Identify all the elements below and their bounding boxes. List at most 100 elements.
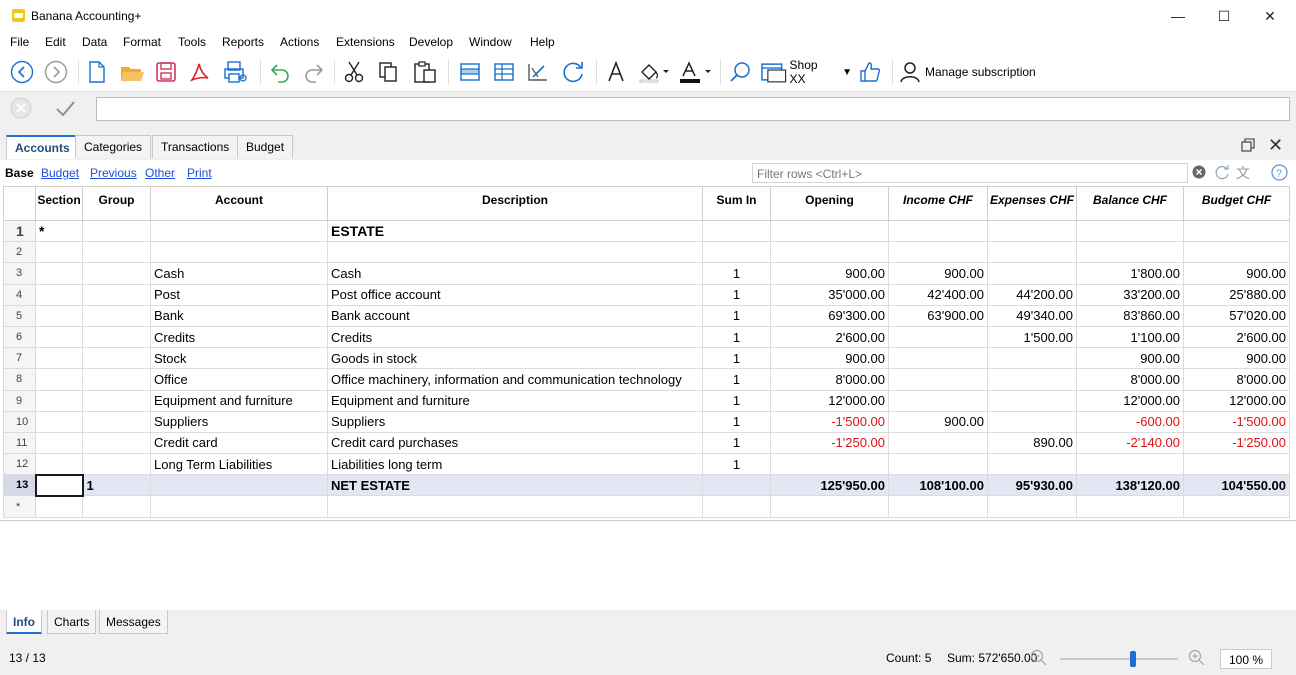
tab-info[interactable]: Info [6, 610, 42, 634]
cell-balance[interactable] [1076, 453, 1184, 476]
cell-group[interactable]: 1 [82, 474, 151, 497]
cut-icon[interactable] [340, 58, 368, 86]
redo-icon[interactable] [300, 58, 328, 86]
menu-reports[interactable]: Reports [222, 35, 264, 49]
cell-expenses[interactable] [987, 347, 1077, 370]
cell-section[interactable] [35, 389, 83, 412]
menu-develop[interactable]: Develop [409, 35, 453, 49]
table-row[interactable]: 2 [3, 241, 1290, 264]
cell-description[interactable]: Cash [327, 262, 703, 285]
cell-section[interactable] [35, 453, 83, 476]
cell-budget[interactable]: 8'000.00 [1183, 368, 1290, 391]
cell-budget[interactable]: 57'020.00 [1183, 304, 1290, 327]
cell-balance[interactable] [1076, 241, 1184, 264]
row-number[interactable]: 10 [3, 410, 36, 433]
refresh-filter-icon[interactable] [1214, 164, 1230, 183]
cell-sumin[interactable]: 1 [702, 389, 771, 412]
cell-description[interactable]: Credit card purchases [327, 431, 703, 455]
cell-section[interactable] [35, 368, 83, 391]
cell-description[interactable]: ESTATE [327, 219, 703, 243]
cell-balance[interactable]: 8'000.00 [1076, 368, 1184, 391]
col-header-budget[interactable]: Budget CHF [1183, 186, 1290, 221]
zoom-slider-thumb[interactable] [1130, 651, 1136, 667]
thumbs-up-icon[interactable] [856, 58, 884, 86]
cell-balance[interactable]: -600.00 [1076, 410, 1184, 433]
view-print[interactable]: Print [187, 166, 212, 180]
cell-section[interactable] [35, 431, 83, 455]
table-row[interactable]: 8 Office Office machinery, information and… [3, 368, 1290, 391]
cell-description[interactable]: Goods in stock [327, 347, 703, 370]
cell-description[interactable]: Liabilities long term [327, 453, 703, 476]
cell-opening[interactable]: 125'950.00 [770, 474, 889, 497]
table-row[interactable]: 12 Long Term Liabilities Liabilities long … [3, 453, 1290, 476]
cell-budget[interactable]: -1'500.00 [1183, 410, 1290, 433]
cell-section[interactable] [34, 473, 84, 497]
cell-account[interactable]: Suppliers [150, 410, 328, 433]
view-other[interactable]: Other [145, 166, 175, 180]
cell-description[interactable]: NET ESTATE [327, 474, 703, 497]
cell-sumin[interactable]: 1 [702, 283, 771, 306]
help-icon[interactable]: ? [1271, 164, 1288, 184]
col-header-account[interactable]: Account [150, 186, 328, 221]
filter-rows-input[interactable]: Filter rows <Ctrl+L> [752, 163, 1188, 183]
cell-balance[interactable]: 83'860.00 [1076, 304, 1184, 327]
col-header-group[interactable]: Group [82, 186, 151, 221]
cell-account[interactable]: Equipment and furniture [150, 389, 328, 412]
tab-messages[interactable]: Messages [99, 610, 168, 634]
col-header-opening[interactable]: Opening [770, 186, 889, 221]
cell-section[interactable] [35, 304, 83, 327]
cell-balance[interactable] [1076, 219, 1184, 243]
translate-icon[interactable]: 文 [1236, 163, 1250, 183]
fill-color-icon[interactable] [636, 58, 672, 86]
cell-account[interactable]: Credits [150, 325, 328, 349]
cell-sumin[interactable] [702, 241, 771, 264]
cell-expenses[interactable]: 890.00 [987, 431, 1077, 455]
cell-income[interactable] [888, 325, 988, 349]
cell-income[interactable]: 108'100.00 [888, 474, 988, 497]
cell-account[interactable]: Stock [150, 347, 328, 370]
row-number[interactable]: 11 [3, 431, 36, 455]
cell-income[interactable] [888, 219, 988, 243]
edit-chart-icon[interactable] [524, 58, 552, 86]
cell-group[interactable] [82, 262, 151, 285]
cell-income[interactable] [888, 495, 988, 518]
cell-account[interactable] [150, 495, 328, 518]
cell-description[interactable]: Office machinery, information and commun… [327, 368, 703, 391]
cell-balance[interactable]: 33'200.00 [1076, 283, 1184, 306]
cell-sumin[interactable] [702, 219, 771, 243]
table-row[interactable]: * [3, 495, 1290, 518]
menu-tools[interactable]: Tools [178, 35, 206, 49]
col-header-expenses[interactable]: Expenses CHF [987, 186, 1077, 221]
cell-account[interactable]: Credit card [150, 431, 328, 455]
tab-transactions[interactable]: Transactions [152, 135, 239, 158]
cell-expenses[interactable]: 95'930.00 [987, 474, 1077, 497]
search-icon[interactable] [726, 58, 754, 86]
cell-balance[interactable]: 1'100.00 [1076, 325, 1184, 349]
cell-account[interactable]: Long Term Liabilities [150, 453, 328, 476]
menu-edit[interactable]: Edit [45, 35, 66, 49]
cell-budget[interactable]: 900.00 [1183, 347, 1290, 370]
close-table-icon[interactable]: ✕ [1268, 135, 1283, 156]
row-number[interactable]: 8 [3, 368, 36, 391]
cell-account[interactable] [150, 219, 328, 243]
cell-sumin[interactable] [702, 495, 771, 518]
save-icon[interactable] [152, 58, 180, 86]
cell-expenses[interactable] [987, 389, 1077, 412]
cell-account[interactable] [150, 474, 328, 497]
cell-expenses[interactable] [987, 495, 1077, 518]
cell-opening[interactable]: 900.00 [770, 262, 889, 285]
table-row[interactable]: 9 Equipment and furniture Equipment and fu… [3, 389, 1290, 412]
cell-section[interactable] [35, 283, 83, 306]
cell-expenses[interactable] [987, 453, 1077, 476]
cell-group[interactable] [82, 325, 151, 349]
cell-opening[interactable]: 2'600.00 [770, 325, 889, 349]
menu-format[interactable]: Format [123, 35, 161, 49]
cell-budget[interactable]: 900.00 [1183, 262, 1290, 285]
cell-income[interactable] [888, 453, 988, 476]
cell-sumin[interactable]: 1 [702, 304, 771, 327]
col-header-balance[interactable]: Balance CHF [1076, 186, 1184, 221]
cell-description[interactable]: Post office account [327, 283, 703, 306]
recheck-icon[interactable] [558, 58, 588, 86]
view-base[interactable]: Base [5, 166, 34, 180]
table-row[interactable]: 11 Credit card Credit card purchases 1 -1'25… [3, 431, 1290, 455]
